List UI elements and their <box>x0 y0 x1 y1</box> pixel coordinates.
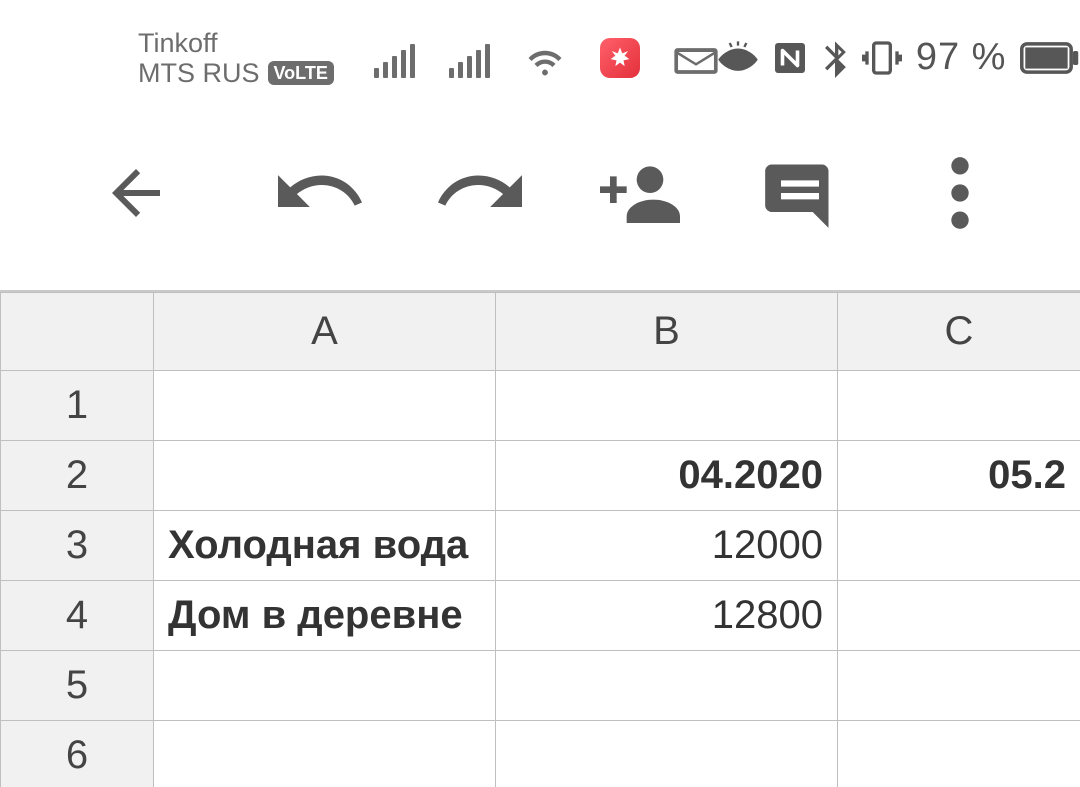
row-1: 1 <box>1 371 1080 441</box>
status-right-icons: 97 % 13:25 <box>718 33 1080 83</box>
status-network-icons <box>374 38 718 78</box>
row-header[interactable]: 5 <box>1 651 154 721</box>
row-header[interactable]: 2 <box>1 441 154 511</box>
more-button[interactable] <box>880 133 1040 253</box>
cell-A3[interactable]: Холодная вода <box>154 511 496 581</box>
carrier-2: MTS RUS <box>138 58 260 88</box>
col-header-C[interactable]: C <box>838 293 1080 371</box>
cell-B4[interactable]: 12800 <box>496 581 838 651</box>
row-5: 5 <box>1 651 1080 721</box>
cell-A2[interactable] <box>154 441 496 511</box>
cell-C5[interactable] <box>838 651 1080 721</box>
nfc-icon <box>772 40 808 76</box>
column-header-row: A B C <box>1 293 1080 371</box>
spreadsheet[interactable]: A B C 1 2 04.2020 05.2 3 Холодная вода 1 <box>0 290 1080 787</box>
vibrate-icon <box>862 38 902 78</box>
mail-icon <box>674 44 718 78</box>
col-header-B[interactable]: B <box>496 293 838 371</box>
cell-A1[interactable] <box>154 371 496 441</box>
cell-B6[interactable] <box>496 721 838 787</box>
cell-B2[interactable]: 04.2020 <box>496 441 838 511</box>
row-4: 4 Дом в деревне 12800 <box>1 581 1080 651</box>
row-header[interactable]: 4 <box>1 581 154 651</box>
bluetooth-icon <box>822 38 848 78</box>
signal-1-icon <box>374 42 415 78</box>
comment-button[interactable] <box>720 133 880 253</box>
row-header[interactable]: 3 <box>1 511 154 581</box>
cell-B1[interactable] <box>496 371 838 441</box>
cell-B3[interactable]: 12000 <box>496 511 838 581</box>
carrier-labels: Tinkoff MTS RUS VoLTE <box>138 28 334 88</box>
corner-cell[interactable] <box>1 293 154 371</box>
back-button[interactable] <box>56 133 216 253</box>
app-toolbar <box>0 95 1080 290</box>
row-header[interactable]: 6 <box>1 721 154 787</box>
signal-2-icon <box>449 42 490 78</box>
row-header[interactable]: 1 <box>1 371 154 441</box>
carrier-1: Tinkoff <box>138 28 218 58</box>
cell-C1[interactable] <box>838 371 1080 441</box>
battery-percent: 97 % <box>916 36 1007 79</box>
add-person-button[interactable] <box>560 133 720 253</box>
col-header-A[interactable]: A <box>154 293 496 371</box>
battery-icon <box>1020 42 1080 74</box>
row-3: 3 Холодная вода 12000 <box>1 511 1080 581</box>
huawei-app-icon <box>600 38 640 78</box>
cell-C4[interactable] <box>838 581 1080 651</box>
cell-A5[interactable] <box>154 651 496 721</box>
cell-C3[interactable] <box>838 511 1080 581</box>
cell-C2[interactable]: 05.2 <box>838 441 1080 511</box>
row-6: 6 <box>1 721 1080 787</box>
cell-B5[interactable] <box>496 651 838 721</box>
volte-badge: VoLTE <box>268 61 334 85</box>
redo-button[interactable] <box>400 133 560 253</box>
eye-icon <box>718 41 758 75</box>
status-bar: Tinkoff MTS RUS VoLTE 97 % <box>0 0 1080 95</box>
undo-button[interactable] <box>240 133 400 253</box>
wifi-icon <box>524 44 566 78</box>
sheet-table[interactable]: A B C 1 2 04.2020 05.2 3 Холодная вода 1 <box>0 292 1080 787</box>
cell-A4[interactable]: Дом в деревне <box>154 581 496 651</box>
row-2: 2 04.2020 05.2 <box>1 441 1080 511</box>
cell-A6[interactable] <box>154 721 496 787</box>
cell-C6[interactable] <box>838 721 1080 787</box>
